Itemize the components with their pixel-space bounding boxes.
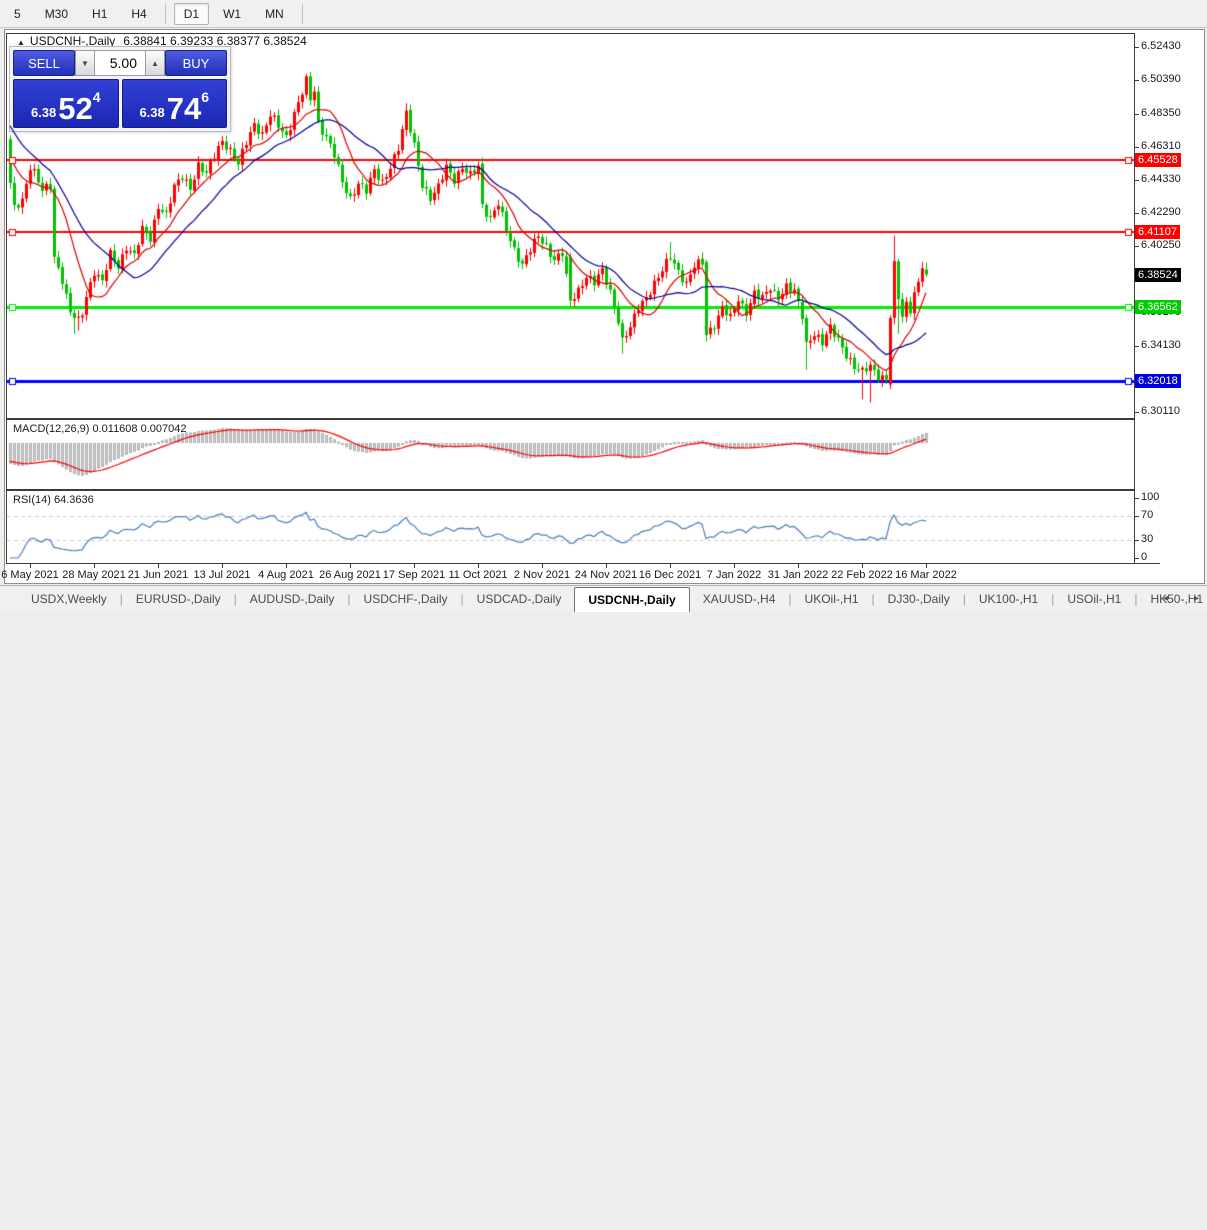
rsi-label: RSI(14) 64.3636 [13,494,94,506]
level-price-badge: 6.36562 [1135,300,1181,314]
rsi-axis-tick-label: 100 [1141,491,1160,503]
price-axis-tick-label: 6.42290 [1141,206,1181,218]
price-axis-tick-label: 6.40250 [1141,239,1181,251]
date-axis-label: 13 Jul 2021 [193,569,251,581]
tab-scroll-left-icon[interactable]: ◂ [1163,593,1168,604]
date-axis-label: 21 Jun 2021 [127,569,189,581]
date-tick-mark [734,564,735,568]
rsi-axis-tick-label: 30 [1141,533,1154,545]
timeframe-toolbar: 5 M30 H1 H4 D1 W1 MN [0,0,1207,28]
macd-label: MACD(12,26,9) 0.011608 0.007042 [13,423,187,435]
chart-tab-ukoil-h1[interactable]: UKOil-,H1 [792,586,872,612]
date-axis-label: 17 Sep 2021 [382,569,446,581]
date-tick-mark [478,564,479,568]
chart-tab-uk100-h1[interactable]: UK100-,H1 [966,586,1051,612]
axis-tick-mark [1135,516,1139,517]
date-tick-mark [222,564,223,568]
price-axis-line [1134,33,1135,564]
axis-tick-mark [1135,246,1139,247]
tab-scroll-arrows: ◂ ▸ [1163,585,1199,612]
toolbar-separator [164,3,166,24]
timeframe-button-h1[interactable]: H1 [82,3,117,25]
date-axis-label: 7 Jan 2022 [706,569,762,581]
chart-tab-usdchf-daily[interactable]: USDCHF-,Daily [351,586,461,612]
rsi-panel-canvas[interactable] [7,491,1134,563]
price-chart-canvas[interactable] [7,34,1134,418]
date-tick-mark [350,564,351,568]
date-tick-mark [94,564,95,568]
date-axis-label: 24 Nov 2021 [574,569,638,581]
axis-tick-mark [1135,213,1139,214]
axis-tick-mark [1135,147,1139,148]
date-axis-label: 16 Mar 2022 [895,569,957,581]
date-axis-label: 31 Jan 2022 [767,569,829,581]
axis-tick-mark [1135,180,1139,181]
chart-tab-usdcad-daily[interactable]: USDCAD-,Daily [464,586,575,612]
date-axis-label: 6 May 2021 [1,569,59,581]
date-axis-label: 16 Dec 2021 [638,569,702,581]
date-tick-mark [926,564,927,568]
level-price-badge: 6.45528 [1135,153,1181,167]
current-price-badge: 6.38524 [1135,268,1181,282]
chart-tab-audusd-daily[interactable]: AUDUSD-,Daily [237,586,348,612]
rsi-axis-tick-label: 0 [1141,551,1148,563]
level-price-badge: 6.32018 [1135,374,1181,388]
timeframe-button-m30[interactable]: M30 [35,3,78,25]
date-tick-mark [158,564,159,568]
timeframe-button-w1[interactable]: W1 [213,3,251,25]
date-tick-mark [286,564,287,568]
price-axis-tick-label: 6.46310 [1141,140,1181,152]
date-axis-label: 22 Feb 2022 [831,569,893,581]
chart-tab-dj30-daily[interactable]: DJ30-,Daily [875,586,963,612]
date-axis-label: 11 Oct 2021 [448,569,508,581]
rsi-axis-tick-label: 70 [1141,509,1154,521]
axis-tick-mark [1135,346,1139,347]
chart-tab-usdcnh-daily[interactable]: USDCNH-,Daily [574,587,690,612]
axis-tick-mark [1135,80,1139,81]
axis-tick-mark [1135,47,1139,48]
date-axis-label: 2 Nov 2021 [513,569,571,581]
axis-tick-mark [1135,412,1139,413]
chart-tab-xauusd-h4[interactable]: XAUUSD-,H4 [690,586,789,612]
axis-tick-mark [1135,558,1139,559]
chart-tab-usoil-h1[interactable]: USOil-,H1 [1054,586,1134,612]
price-axis-tick-label: 6.52430 [1141,40,1181,52]
chart-window: ▲USDCNH-,Daily6.38841 6.39233 6.38377 6.… [1,29,1205,584]
date-tick-mark [606,564,607,568]
chart-tab-bar: USDX,Weekly | EURUSD-,Daily | AUDUSD-,Daily |… [0,585,1207,612]
price-axis-tick-label: 6.48350 [1141,107,1181,119]
date-tick-mark [670,564,671,568]
date-axis-label: 26 Aug 2021 [319,569,381,581]
date-axis-label: 4 Aug 2021 [258,569,314,581]
date-tick-mark [30,564,31,568]
axis-tick-mark [1135,114,1139,115]
date-axis-label: 28 May 2021 [62,569,126,581]
tab-scroll-right-icon[interactable]: ▸ [1194,593,1199,604]
toolbar-separator [301,3,303,24]
level-price-badge: 6.41107 [1135,225,1180,239]
price-axis-tick-label: 6.50390 [1141,73,1181,85]
date-tick-mark [862,564,863,568]
timeframe-button-5[interactable]: 5 [4,3,31,25]
rsi-bottom-border [6,563,1160,564]
timeframe-button-h4[interactable]: H4 [121,3,156,25]
timeframe-button-d1[interactable]: D1 [173,2,210,25]
date-tick-mark [542,564,543,568]
timeframe-button-mn[interactable]: MN [255,3,294,25]
price-axis-tick-label: 6.30110 [1141,405,1180,417]
price-axis-tick-label: 6.34130 [1141,339,1181,351]
axis-tick-mark [1135,540,1139,541]
axis-tick-mark [1135,498,1139,499]
chart-tab-usdx-weekly[interactable]: USDX,Weekly [18,586,120,612]
price-axis-tick-label: 6.44330 [1141,173,1181,185]
chart-tab-eurusd-daily[interactable]: EURUSD-,Daily [123,586,234,612]
date-tick-mark [414,564,415,568]
date-tick-mark [798,564,799,568]
